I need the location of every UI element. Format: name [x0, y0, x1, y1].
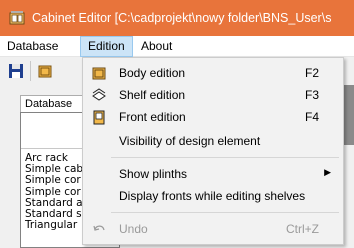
menuitem-front-edition[interactable]: Front edition F4 [83, 106, 343, 128]
cabinet-toolbar-icon[interactable] [36, 62, 54, 80]
shelf-edition-icon [92, 88, 106, 101]
menuitem-visibility[interactable]: Visibility of design element [83, 130, 343, 152]
menuitem-label: Shelf edition [119, 88, 186, 102]
menuitem-label: Front edition [119, 110, 186, 124]
database-tab[interactable]: Database [20, 95, 90, 113]
shortcut-label: F4 [304, 110, 319, 124]
list-item[interactable]: Triangular [25, 220, 83, 231]
menuitem-display-fronts[interactable]: Display fronts while editing shelves [83, 185, 343, 207]
menu-separator [111, 157, 339, 158]
front-edition-icon [93, 110, 105, 125]
menuitem-undo[interactable]: Undo Ctrl+Z [83, 218, 343, 240]
edition-dropdown-menu: Body edition F2 Shelf edition F3 Front e… [82, 57, 344, 245]
menu-bar: Database Edition About [0, 36, 354, 57]
menu-about[interactable]: About [134, 36, 179, 57]
menu-edition[interactable]: Edition [80, 36, 133, 57]
menuitem-label: Undo [119, 222, 148, 236]
shortcut-label: Ctrl+Z [286, 222, 319, 236]
list-item[interactable]: Simple cor [25, 175, 83, 186]
menu-database[interactable]: Database [0, 36, 65, 57]
menuitem-label: Show plinths [119, 167, 188, 181]
menuitem-label: Display fronts while editing shelves [119, 189, 306, 203]
window-title: Cabinet Editor [C:\cadprojekt\nowy folde… [32, 11, 332, 25]
menuitem-body-edition[interactable]: Body edition F2 [83, 62, 343, 84]
save-icon[interactable] [7, 62, 25, 80]
shortcut-label: F3 [304, 88, 319, 102]
menu-separator [111, 212, 339, 213]
title-bar[interactable]: Cabinet Editor [C:\cadprojekt\nowy folde… [0, 0, 354, 36]
toolbar-separator [30, 61, 31, 81]
menuitem-show-plinths[interactable]: Show plinths ▶ [83, 163, 343, 185]
undo-icon [93, 225, 105, 231]
shortcut-label: F2 [304, 66, 319, 80]
cabinet-app-icon [9, 11, 25, 25]
submenu-arrow-icon: ▶ [324, 167, 331, 177]
menuitem-label: Visibility of design element [119, 134, 261, 148]
body-edition-icon [92, 67, 106, 80]
menuitem-label: Body edition [119, 66, 186, 80]
menuitem-shelf-edition[interactable]: Shelf edition F3 [83, 84, 343, 106]
